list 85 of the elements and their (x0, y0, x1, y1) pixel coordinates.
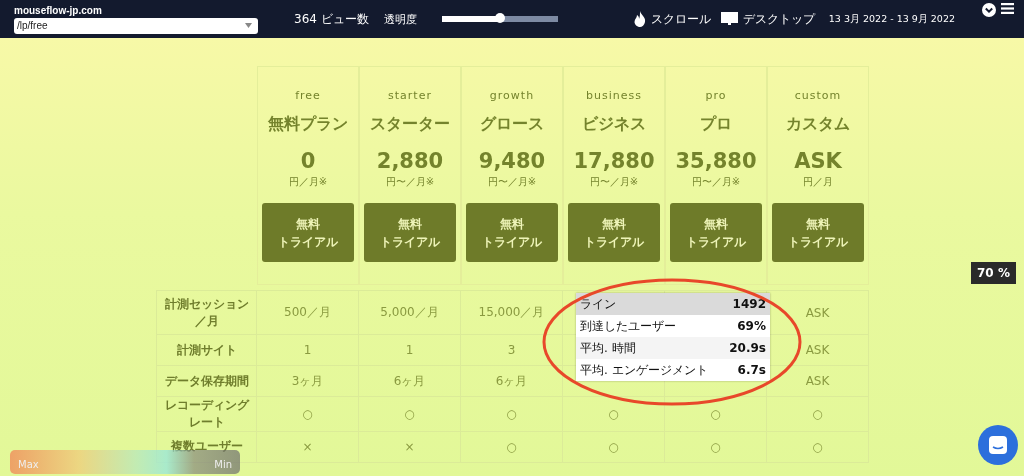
scroll-percentage: 70 % (971, 262, 1016, 284)
table-cell: 1 (405, 343, 414, 357)
table-cell: 6ヶ月 (393, 372, 426, 390)
table-cell: ○ (710, 439, 721, 454)
table-cell: 6ヶ月 (495, 372, 528, 390)
feature-label: 計測セッション／月 (163, 295, 250, 330)
table-cell: 1 (303, 343, 312, 357)
feature-label: レコーディングレート (163, 397, 250, 431)
plan-name: ビジネス (582, 114, 646, 135)
plan-slug: starter (388, 89, 432, 102)
chat-button[interactable] (978, 425, 1018, 465)
plan-price: ASK (794, 149, 842, 173)
trial-button[interactable]: 無料 トライアル (262, 203, 354, 262)
page-select[interactable]: /lp/free (14, 17, 258, 34)
table-cell: ○ (812, 439, 823, 454)
opacity-label: 透明度 (384, 11, 418, 27)
table-cell: ASK (805, 305, 830, 320)
price-unit: 円〜／月※ (691, 175, 741, 189)
date-range[interactable]: 13 3月 2022 - 13 9月 2022 (828, 12, 955, 26)
table-cell: 3ヶ月 (291, 372, 324, 390)
site-name: mouseflow-jp.com (14, 4, 103, 16)
price-unit: 円／月※ (288, 175, 328, 189)
table-cell: 500／月 (284, 304, 331, 321)
table-cell: 15,000／月 (478, 304, 545, 321)
plan-price: 9,480 (478, 149, 546, 173)
table-cell: ○ (812, 406, 823, 421)
table-cell: ASK (805, 343, 830, 357)
opacity-slider[interactable] (442, 16, 558, 22)
table-cell: ○ (506, 406, 517, 421)
plan-slug: pro (705, 89, 727, 102)
tooltip-value: 6.7s (737, 363, 766, 377)
table-cell: ○ (506, 439, 517, 454)
feature-label: 複数ユーザー (170, 438, 243, 455)
plan-price: 35,880 (675, 149, 757, 173)
price-unit: 円〜／月※ (385, 175, 435, 189)
plan-price: 2,880 (376, 149, 444, 173)
device-type[interactable]: デスクトップ (742, 10, 815, 28)
plan-price: 0 (300, 149, 316, 173)
trial-button[interactable]: 無料 トライアル (670, 203, 762, 262)
menu-icon[interactable] (1001, 2, 1014, 14)
tooltip-label: 到達したユーザー (580, 317, 676, 335)
plan-slug: business (586, 89, 642, 102)
legend-max: Max (18, 459, 39, 470)
plan-name: スターター (370, 114, 450, 135)
trial-button[interactable]: 無料 トライアル (364, 203, 456, 262)
price-unit: 円〜／月※ (487, 175, 537, 189)
table-cell: × (404, 439, 415, 454)
price-unit: 円／月 (803, 175, 833, 189)
tooltip-value: 1492 (732, 297, 766, 311)
monitor-icon (720, 12, 738, 26)
feature-label: 計測サイト (176, 341, 237, 359)
plan-slug: free (295, 89, 321, 102)
flame-icon (633, 11, 646, 27)
plan-slug: growth (489, 89, 535, 102)
caret-icon (245, 23, 252, 28)
plan-slug: custom (794, 89, 842, 102)
trial-button[interactable]: 無料 トライアル (466, 203, 558, 262)
heatmap-type[interactable]: スクロール (650, 10, 711, 28)
feature-label: データ保存期間 (164, 372, 249, 390)
plan-name: 無料プラン (268, 114, 348, 135)
chevron-down-icon[interactable] (982, 2, 996, 17)
plan-name: カスタム (786, 114, 850, 135)
legend-min: Min (214, 459, 232, 470)
plan-name: グロース (480, 114, 544, 135)
table-cell: ASK (805, 374, 830, 388)
table-cell: 5,000／月 (380, 304, 439, 321)
view-count: 364 ビュー数 (294, 10, 370, 28)
table-cell: ○ (302, 406, 313, 421)
trial-button[interactable]: 無料 トライアル (568, 203, 660, 262)
tooltip-label: ライン (580, 295, 616, 313)
table-cell: ○ (710, 406, 721, 421)
tooltip-value: 20.9s (729, 341, 766, 355)
chat-icon (988, 435, 1008, 455)
price-unit: 円〜／月※ (589, 175, 639, 189)
table-cell: ○ (404, 406, 415, 421)
plan-price: 17,880 (573, 149, 655, 173)
tooltip-label: 平均. エンゲージメント (580, 361, 708, 379)
tooltip-label: 平均. 時間 (580, 339, 636, 357)
plan-name: プロ (700, 114, 732, 135)
table-cell: ○ (608, 439, 619, 454)
table-cell: ○ (608, 406, 619, 421)
table-cell: × (302, 439, 313, 454)
trial-button[interactable]: 無料 トライアル (772, 203, 864, 262)
tooltip-value: 69% (737, 319, 766, 333)
table-cell: 3 (507, 343, 516, 357)
